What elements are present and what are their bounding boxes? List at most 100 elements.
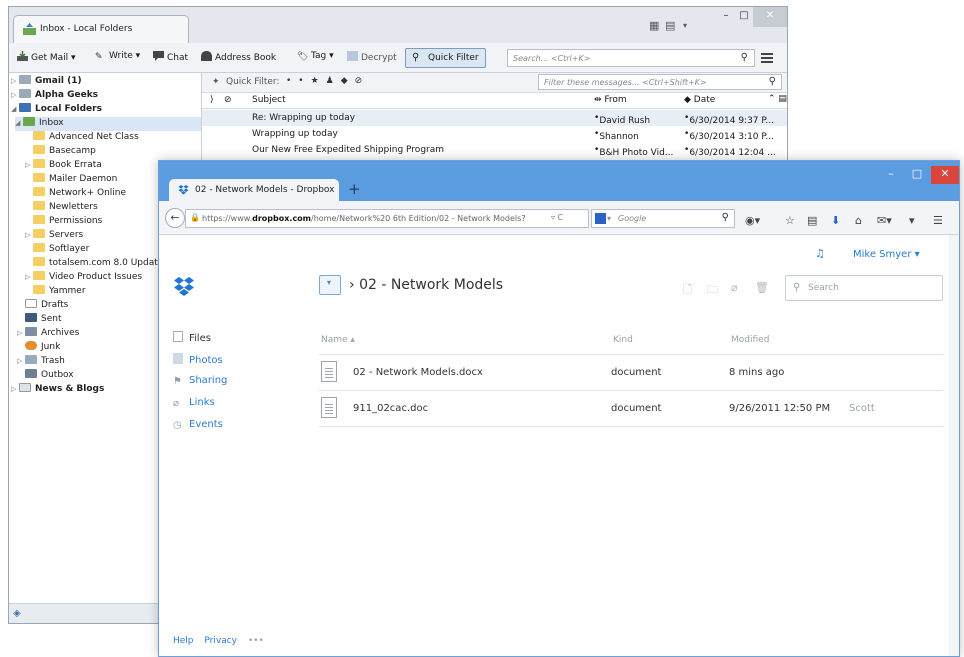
menu-icon[interactable]: ☰ [933,214,943,227]
upload-icon[interactable]: 🗋 [683,281,692,300]
close-button[interactable]: ✕ [931,166,959,184]
back-button[interactable]: ← [165,208,185,228]
folder-trash[interactable]: ▷ Trash [17,355,65,369]
nav-sharing[interactable]: ⚑ Sharing [173,375,227,387]
folder-local-folders[interactable]: ◢ Local Folders [11,103,102,117]
maximize-button[interactable]: □ [903,166,931,184]
reload-icon[interactable]: ▿ C [551,213,563,222]
overflow-icon[interactable]: ▾ [909,214,915,227]
close-button[interactable]: ✕ [753,7,787,27]
new-folder-icon[interactable]: 🗀 [707,281,718,300]
name-column-header[interactable]: Name ▴ [321,335,355,345]
folder-icon [33,285,45,294]
file-name[interactable]: 911_02cac.doc [353,403,428,414]
extension-icon[interactable]: ✉▾ [877,214,892,227]
user-menu[interactable]: Mike Smyer ▾ [853,249,920,260]
nav-photos[interactable]: Photos [173,353,223,366]
menu-icon[interactable] [761,53,773,63]
file-row[interactable]: 02 - Network Models.docx document 8 mins… [319,355,943,391]
folder-newletters[interactable]: Newletters [33,201,98,215]
nav-links[interactable]: ⌀ Links [173,397,215,409]
kind-column-header[interactable]: Kind [613,335,633,345]
date-column-header[interactable]: ◆ Date [684,95,715,105]
tab-inbox-label: Inbox - Local Folders [40,24,133,34]
folder-junk[interactable]: Junk [25,341,60,355]
privacy-link[interactable]: Privacy [204,636,237,646]
page-footer: Help Privacy ••• [173,636,272,646]
folder-totalsem-update[interactable]: totalsem.com 8.0 Update [33,257,163,271]
message-row[interactable]: Re: Wrapping up today • David Rush • 6/3… [202,110,787,126]
modified-column-header[interactable]: Modified [731,335,769,345]
folder-dropdown-icon[interactable]: ▾ [319,275,341,295]
folder-permissions[interactable]: Permissions [33,215,102,229]
folder-gmail[interactable]: ▷ Gmail (1) [11,75,82,89]
search-icon: ⚲ [721,212,729,223]
get-mail-button[interactable]: Get Mail ▾ [17,51,76,67]
more-link[interactable]: ••• [248,636,264,646]
message-row[interactable]: Wrapping up today • Shannon • 6/30/2014 … [202,126,787,142]
downloads-icon[interactable]: ⬇ [831,214,840,227]
folder-drafts[interactable]: Drafts [25,299,68,313]
minimize-button[interactable]: – [877,166,905,184]
quick-filter-button[interactable]: ⚲ Quick Filter [405,48,486,68]
minimize-button[interactable]: – [717,7,735,27]
folder-video-product-issues[interactable]: ▷ Video Product Issues [25,271,142,285]
attachment-column-icon[interactable]: ⊘ [224,95,232,105]
pocket-icon[interactable]: ◉▾ [745,214,760,227]
dropbox-search-input[interactable]: ⚲ Search [785,275,943,301]
address-book-icon [201,51,212,61]
global-search-input[interactable]: Search... <Ctrl+K> ⚲ [507,49,755,67]
message-from: • B&H Photo Vid... [594,145,674,158]
message-subject: Re: Wrapping up today [252,113,356,123]
calendar-icon[interactable]: ▦ [649,19,659,32]
filter-messages-input[interactable]: Filter these messages... <Ctrl+Shift+K> … [538,74,782,90]
maximize-button[interactable]: □ [735,7,753,27]
new-tab-button[interactable]: + [348,180,361,198]
folder-softlayer[interactable]: Softlayer [33,243,89,257]
tasks-icon[interactable]: ▤ [665,19,675,32]
folder-book-errata[interactable]: ▷ Book Errata [25,159,102,173]
vertical-scrollbar[interactable] [949,235,959,656]
column-picker-icon[interactable]: ⌃ ▤ [768,94,787,104]
folder-inbox[interactable]: ◢ Inbox [15,117,201,131]
tab-dropbox[interactable]: 02 - Network Models - Dropbox [169,179,339,203]
folder-yammer[interactable]: Yammer [33,285,86,299]
share-link-icon[interactable]: ⌀ [731,281,738,294]
chat-button[interactable]: Chat [153,51,188,67]
nav-events[interactable]: ◷ Events [173,419,223,431]
thread-column-icon[interactable]: ⟩ [210,95,214,105]
tag-button[interactable]: 🏷 Tag ▾ [297,51,334,67]
folder-servers[interactable]: ▷ Servers [25,229,83,243]
quick-filter-toggles[interactable]: ••★♟◆⊘ [286,76,369,86]
bookmark-star-icon[interactable]: ☆ [785,214,795,227]
search-engine-input[interactable]: ▾ Google ⚲ [591,209,735,228]
folder-mailer-daemon[interactable]: Mailer Daemon [33,173,117,187]
dropbox-logo-icon[interactable] [173,277,195,297]
decrypt-button[interactable]: Decrypt [347,51,397,67]
tab-inbox[interactable]: Inbox - Local Folders [13,15,189,43]
subject-column-header[interactable]: Subject [252,95,286,105]
folder-outbox[interactable]: Outbox [25,369,74,383]
delete-icon[interactable]: 🗑 [755,281,769,294]
write-button[interactable]: ✎ Write ▾ [95,51,140,67]
folder-alpha-geeks[interactable]: ▷ Alpha Geeks [11,89,98,103]
pin-icon[interactable]: ✦ [212,77,220,87]
folder-archives[interactable]: ▷ Archives [17,327,79,341]
url-input[interactable]: 🔒 https://www.dropbox.com/home/Network%2… [185,209,589,228]
nav-files[interactable]: Files [173,331,211,344]
help-link[interactable]: Help [173,636,194,646]
folder-advanced-net-class[interactable]: Advanced Net Class [33,131,139,145]
folder-sent[interactable]: Sent [25,313,61,327]
bookmarks-menu-icon[interactable]: ▤ [807,214,817,227]
folder-news-blogs[interactable]: ▷ News & Blogs [11,383,104,397]
file-name[interactable]: 02 - Network Models.docx [353,367,483,378]
from-column-header[interactable]: ⇹ From [594,95,627,105]
notification-bell-icon[interactable]: ♫ [815,247,825,260]
home-icon[interactable]: ⌂ [855,214,862,227]
folder-basecamp[interactable]: Basecamp [33,145,96,159]
address-book-button[interactable]: Address Book [201,51,276,67]
message-row[interactable]: Our New Free Expedited Shipping Program … [202,142,787,158]
folder-network-online[interactable]: Network+ Online [33,187,126,201]
chevron-down-icon[interactable]: ▾ [683,21,687,30]
file-row[interactable]: 911_02cac.doc document 9/26/2011 12:50 P… [319,391,943,427]
